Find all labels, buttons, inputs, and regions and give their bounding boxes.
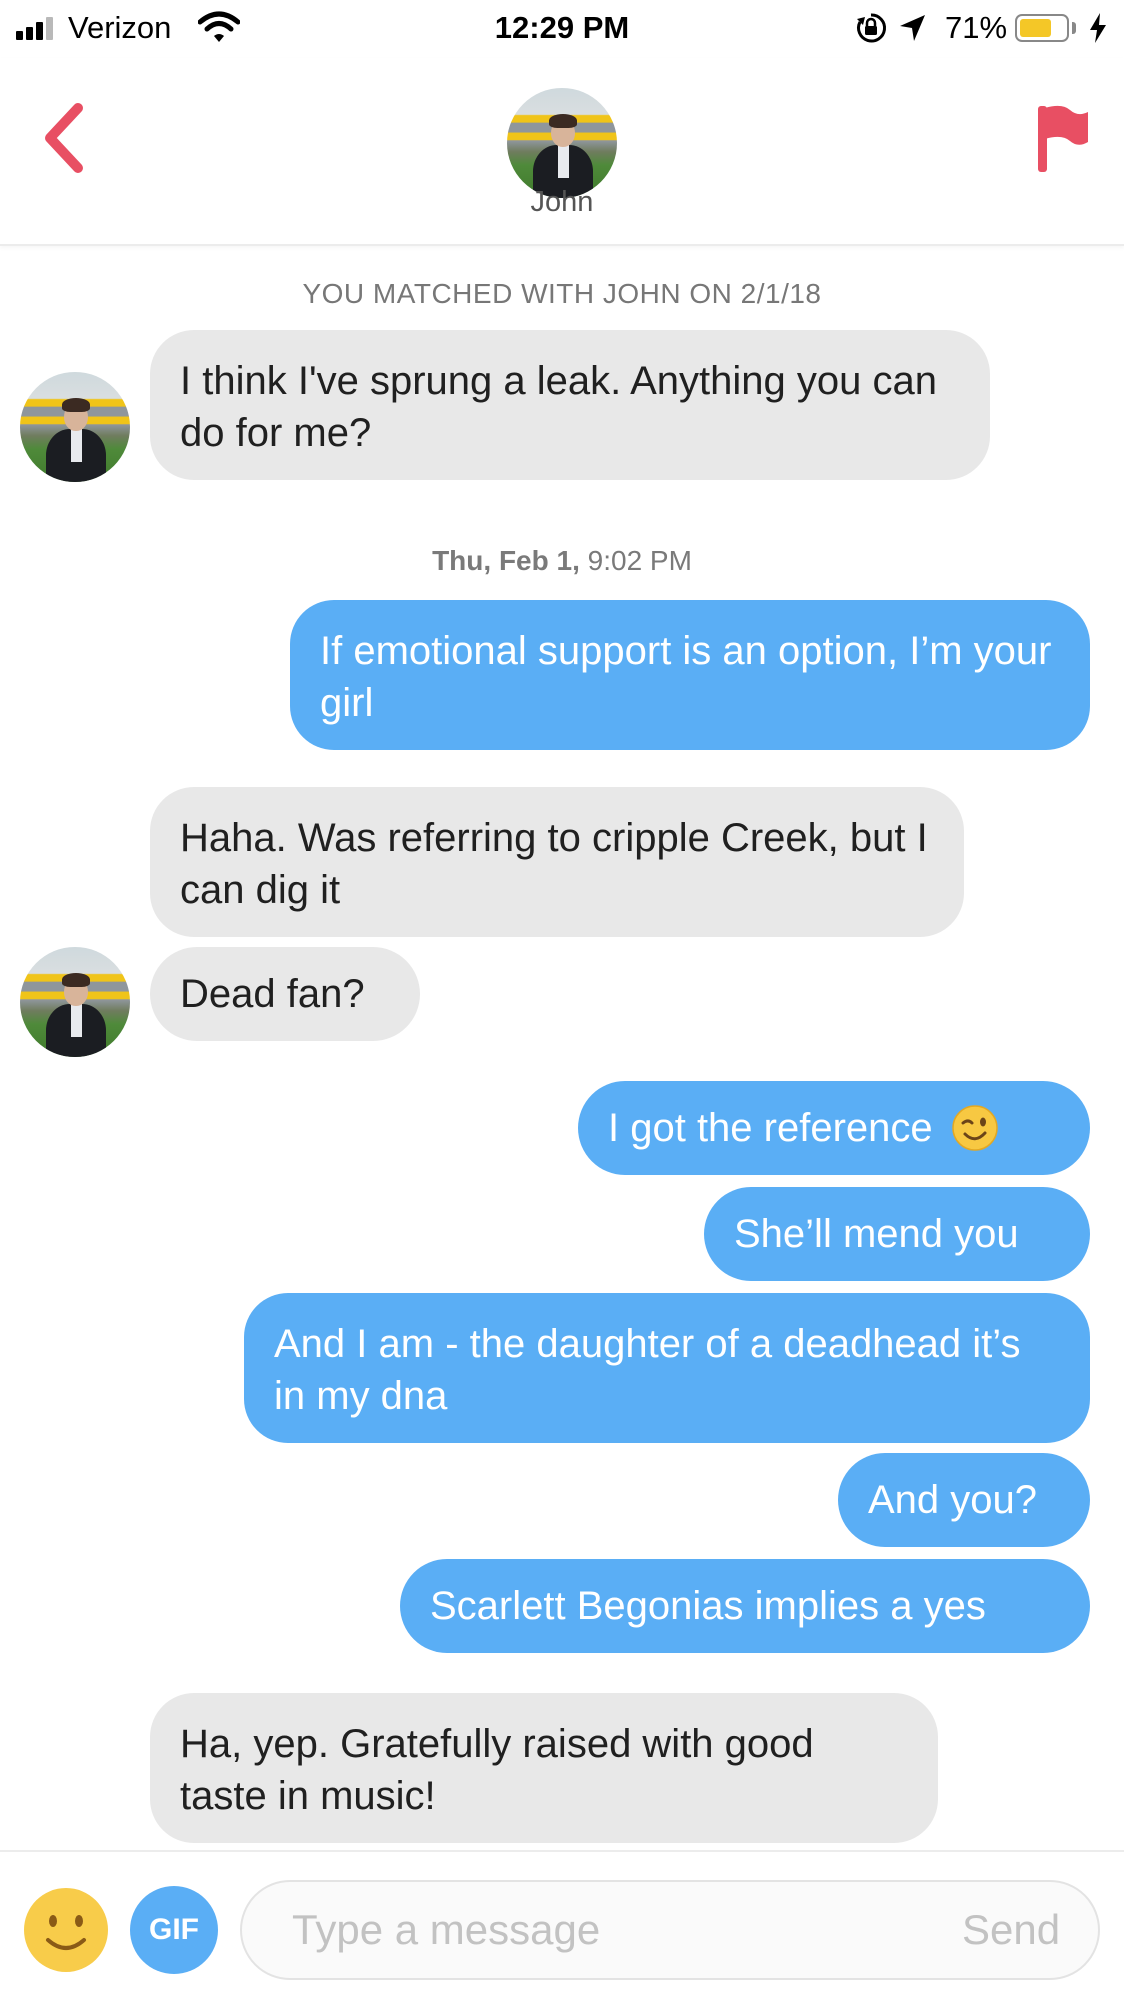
gif-button[interactable]: GIF [130,1886,218,1974]
message-bubble[interactable]: She’ll mend you [704,1187,1090,1281]
message-bubble[interactable]: Dead fan? [150,947,420,1041]
winking-face-icon [951,1105,998,1151]
battery-percent: 71% [945,10,1008,45]
message-bubble[interactable]: If emotional support is an option, I’m y… [290,600,1090,750]
location-icon [900,15,925,41]
message-bubble[interactable]: And I am - the daughter of a deadhead it… [244,1293,1090,1443]
status-bar: Verizon 12:29 PM 71% [0,0,1124,58]
flag-icon[interactable] [1032,102,1092,174]
message-text: I got the reference [608,1106,933,1150]
battery-tip [1072,22,1076,34]
match-notice: YOU MATCHED WITH JOHN ON 2/1/18 [302,278,822,309]
smiley-emoji-icon[interactable] [22,1886,110,1974]
message-bubble[interactable]: Haha. Was referring to cripple Creek, bu… [150,787,964,937]
timestamp-day: Thu, Feb 1, [432,545,580,576]
send-button[interactable]: Send [962,1906,1060,1954]
message-timestamp: Thu, Feb 1, 9:02 PM [0,545,1124,577]
match-name[interactable]: John [0,186,1124,219]
avatar[interactable] [507,88,617,198]
timestamp-time: 9:02 PM [587,545,692,576]
chat-header: John [0,58,1124,246]
message-bubble[interactable]: Scarlett Begonias implies a yes [400,1559,1090,1653]
message-bubble[interactable]: And you? [838,1453,1090,1547]
message-composer: GIF Send [0,1850,1124,2002]
avatar[interactable] [20,372,130,482]
orientation-lock-icon [857,13,887,43]
back-chevron-icon[interactable] [34,98,94,178]
avatar[interactable] [20,947,130,1057]
message-bubble[interactable]: I got the reference [578,1081,1090,1175]
charging-icon [1090,13,1106,43]
message-bubble[interactable]: I think I've sprung a leak. Anything you… [150,330,990,480]
battery-icon [1015,14,1069,42]
message-bubble[interactable]: Ha, yep. Gratefully raised with good tas… [150,1693,938,1843]
battery-level-fill [1020,19,1052,37]
